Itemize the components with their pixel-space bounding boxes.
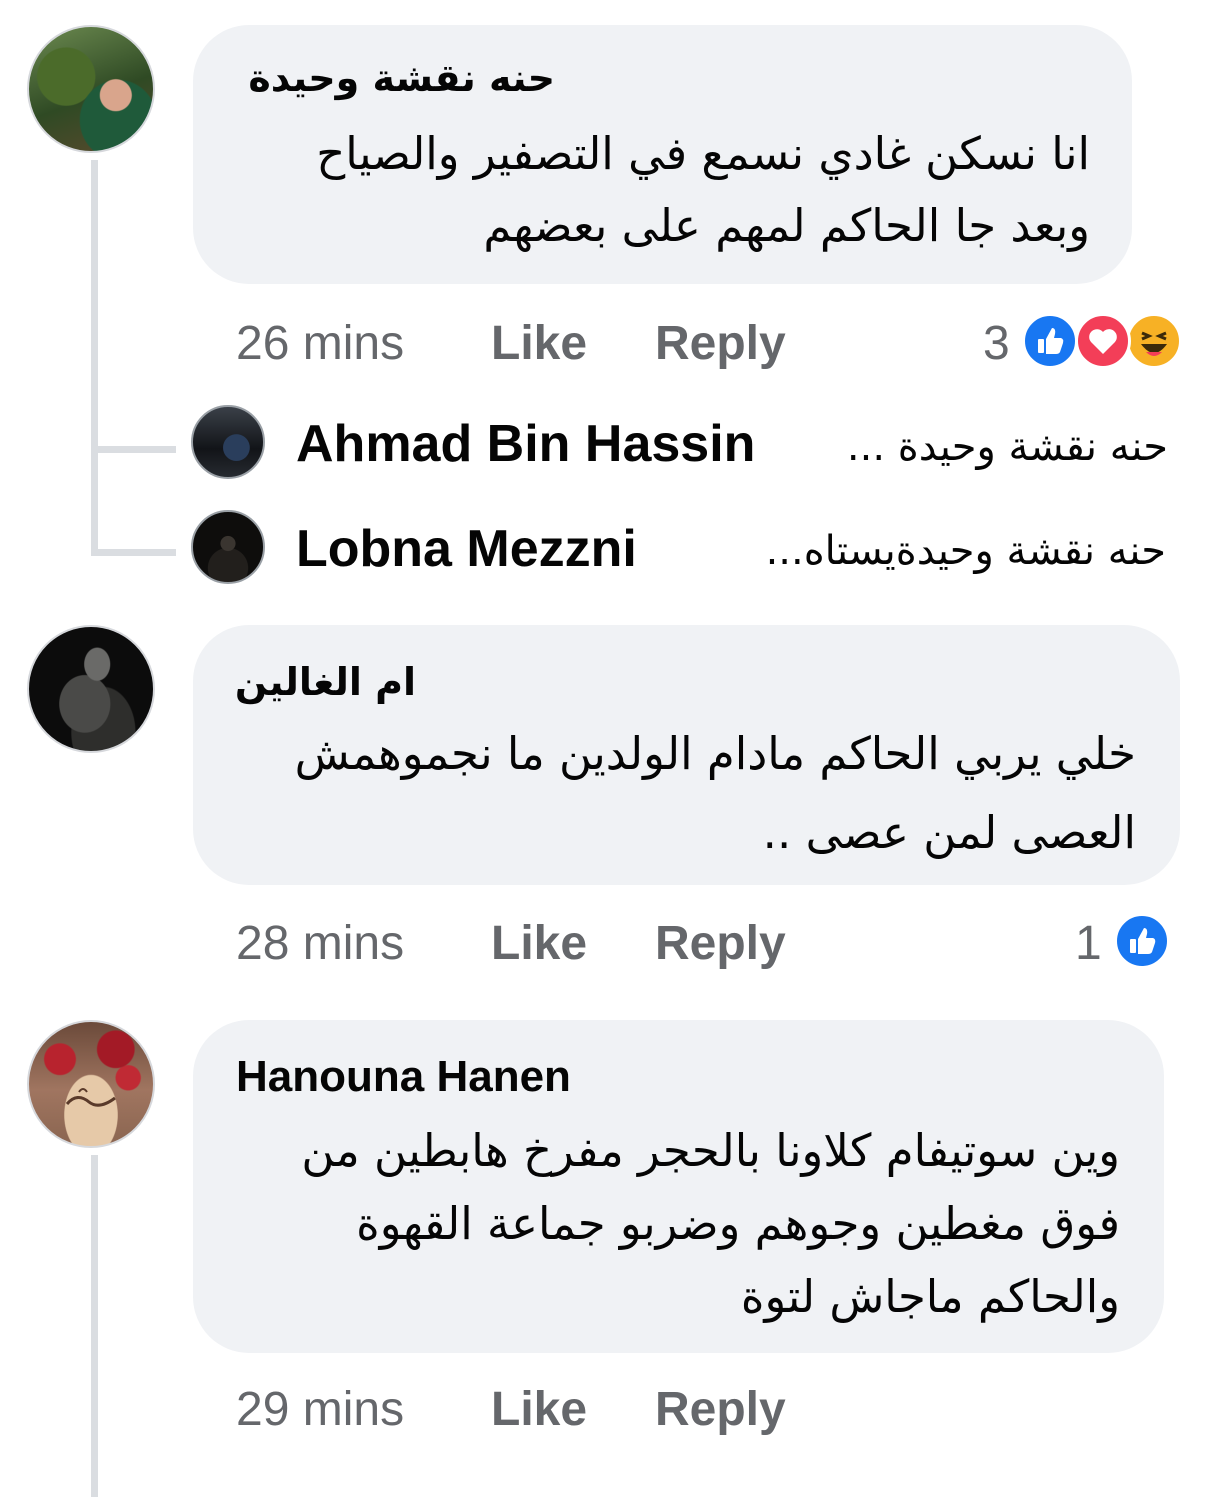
comment-timestamp[interactable]: 29 mins [236, 1382, 404, 1437]
avatar[interactable] [27, 1020, 155, 1148]
avatar[interactable] [191, 510, 265, 584]
comment-text-line: انا نسكن غادي نسمع في التصفير والصياح [316, 127, 1090, 180]
like-icon [1022, 313, 1078, 369]
avatar[interactable] [191, 405, 265, 479]
comment-text-line: خلي يربي الحاكم مادام الولدين ما نجموهمش [294, 727, 1136, 780]
love-icon [1075, 313, 1131, 369]
thread-branch [91, 446, 176, 453]
reply-author[interactable]: Lobna Mezzni [296, 519, 637, 579]
thread-branch [91, 549, 176, 556]
like-icon [1114, 913, 1170, 969]
comment-text-line: العصى لمن عصى .. [762, 806, 1136, 859]
comment-timestamp[interactable]: 26 mins [236, 316, 404, 371]
comment-author[interactable]: ام الغالين [235, 660, 416, 704]
reaction-count: 3 [983, 317, 1010, 370]
avatar[interactable] [27, 25, 155, 153]
comment-text-line: وبعد جا الحاكم لمهم على بعضهم [483, 199, 1090, 252]
comment-author[interactable]: Hanouna Hanen [236, 1052, 571, 1102]
reply-button[interactable]: Reply [655, 316, 786, 371]
reply-preview-text: حنه نقشة وحيدةيستاه... [765, 528, 1166, 574]
reply-preview-text: حنه نقشة وحيدة ... [846, 424, 1168, 470]
like-button[interactable]: Like [491, 916, 587, 971]
like-button[interactable]: Like [491, 316, 587, 371]
avatar[interactable] [27, 625, 155, 753]
comment-timestamp[interactable]: 28 mins [236, 916, 404, 971]
thread-line [91, 160, 98, 556]
like-button[interactable]: Like [491, 1382, 587, 1437]
reply-button[interactable]: Reply [655, 1382, 786, 1437]
comment-text-line: والحاكم ماجاش لتوة [740, 1270, 1120, 1323]
comment-text-line: وين سوتيفام كلاونا بالحجر مفرخ هابطين من [301, 1124, 1120, 1177]
comment-text-line: فوق مغطين وجوهم وضربو جماعة القهوة [356, 1197, 1120, 1250]
haha-icon [1126, 313, 1182, 369]
comment-author[interactable]: حنه نقشة وحيدة [248, 56, 555, 100]
reply-author[interactable]: Ahmad Bin Hassin [296, 414, 755, 474]
reaction-count: 1 [1075, 917, 1102, 970]
reply-button[interactable]: Reply [655, 916, 786, 971]
thread-line [91, 1155, 98, 1497]
